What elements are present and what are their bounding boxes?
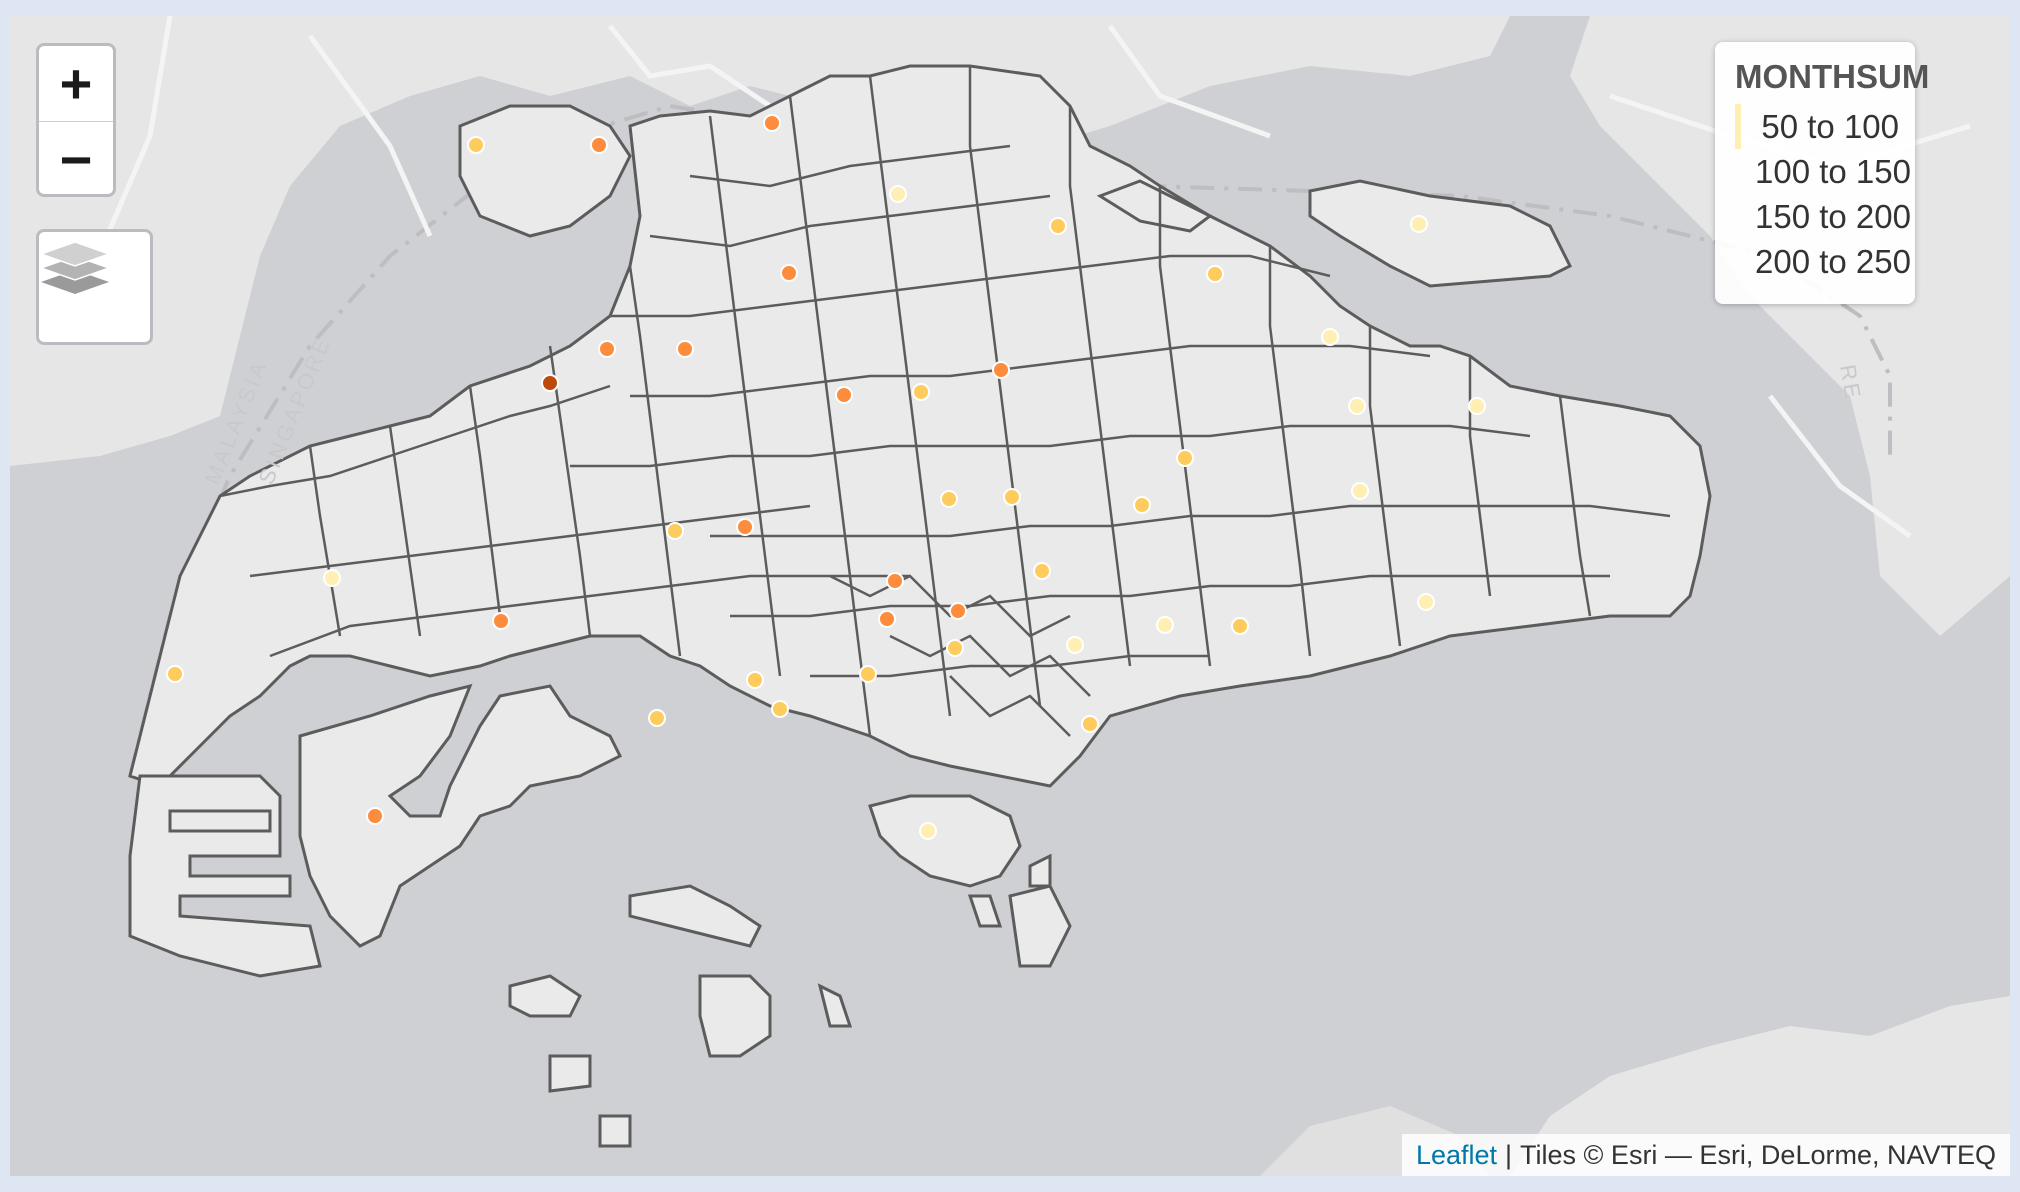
marker[interactable]	[1468, 397, 1486, 415]
marker[interactable]	[886, 572, 904, 590]
marker[interactable]	[878, 610, 896, 628]
marker[interactable]	[949, 602, 967, 620]
marker[interactable]	[859, 665, 877, 683]
attribution-separator: |	[1505, 1139, 1513, 1170]
marker[interactable]	[590, 136, 608, 154]
basemap: MALAYSIA SINGAPORE RE	[10, 16, 2010, 1176]
layers-icon	[39, 241, 111, 294]
jurong-island	[298, 683, 623, 948]
legend-label: 100 to 150	[1755, 152, 1911, 190]
marker[interactable]	[946, 639, 964, 657]
marker[interactable]	[598, 340, 616, 358]
legend-title: MONTHSUM	[1735, 58, 1930, 95]
legend-item: 100 to 150	[1735, 149, 1911, 194]
attribution: Leaflet | Tiles © Esri — Esri, DeLorme, …	[1401, 1134, 2010, 1176]
southern-islands	[508, 853, 1072, 1148]
marker[interactable]	[771, 700, 789, 718]
legend-item: 200 to 250	[1735, 239, 1911, 284]
marker[interactable]	[676, 340, 694, 358]
border-label-right: RE	[1835, 363, 1866, 403]
legend: MONTHSUM 50 to 100 100 to 150 150 to 200…	[1715, 42, 1930, 304]
sentosa-island	[868, 794, 1022, 888]
marker[interactable]	[648, 709, 666, 727]
map-container[interactable]: MALAYSIA SINGAPORE RE + − MONTHSUM 50 to…	[10, 16, 2010, 1176]
marker[interactable]	[323, 569, 341, 587]
marker[interactable]	[1231, 617, 1249, 635]
marker[interactable]	[1176, 449, 1194, 467]
layers-control-button[interactable]	[36, 229, 153, 345]
zoom-control: + −	[36, 43, 116, 197]
legend-item: 50 to 100	[1735, 104, 1899, 149]
legend-label: 50 to 100	[1761, 107, 1899, 145]
marker[interactable]	[666, 522, 684, 540]
marker[interactable]	[467, 136, 485, 154]
marker[interactable]	[1351, 482, 1369, 500]
marker[interactable]	[1206, 265, 1224, 283]
marker[interactable]	[1417, 593, 1435, 611]
marker[interactable]	[992, 361, 1010, 379]
tuas-extension	[128, 774, 322, 978]
pulau-tekong	[1308, 179, 1573, 288]
marker[interactable]	[746, 671, 764, 689]
legend-item: 150 to 200	[1735, 194, 1911, 239]
marker[interactable]	[912, 383, 930, 401]
marker[interactable]	[492, 612, 510, 630]
marker[interactable]	[1348, 397, 1366, 415]
marker[interactable]	[1003, 488, 1021, 506]
marker[interactable]	[763, 114, 781, 132]
marker[interactable]	[1049, 217, 1067, 235]
marker[interactable]	[835, 386, 853, 404]
marker[interactable]	[1410, 215, 1428, 233]
marker[interactable]	[166, 665, 184, 683]
marker[interactable]	[1156, 616, 1174, 634]
legend-swatch	[1735, 104, 1742, 149]
legend-label: 150 to 200	[1755, 197, 1911, 235]
marker[interactable]	[1066, 636, 1084, 654]
marker[interactable]	[1081, 715, 1099, 733]
legend-label: 200 to 250	[1755, 242, 1911, 280]
zoom-in-button[interactable]: +	[39, 46, 113, 122]
marker[interactable]	[1133, 496, 1151, 514]
tuas-finger-1	[168, 809, 272, 833]
marker[interactable]	[1033, 562, 1051, 580]
marker[interactable]	[940, 490, 958, 508]
marker[interactable]	[541, 374, 559, 392]
marker[interactable]	[1321, 328, 1339, 346]
zoom-out-button[interactable]: −	[39, 122, 113, 194]
marker[interactable]	[780, 264, 798, 282]
attribution-text: Tiles © Esri — Esri, DeLorme, NAVTEQ	[1520, 1139, 1996, 1170]
marker[interactable]	[736, 518, 754, 536]
leaflet-link[interactable]: Leaflet	[1416, 1140, 1497, 1171]
sungei-buloh	[458, 104, 632, 238]
singapore-main-island	[128, 64, 1712, 788]
marker[interactable]	[366, 807, 384, 825]
marker[interactable]	[919, 822, 937, 840]
marker[interactable]	[889, 185, 907, 203]
